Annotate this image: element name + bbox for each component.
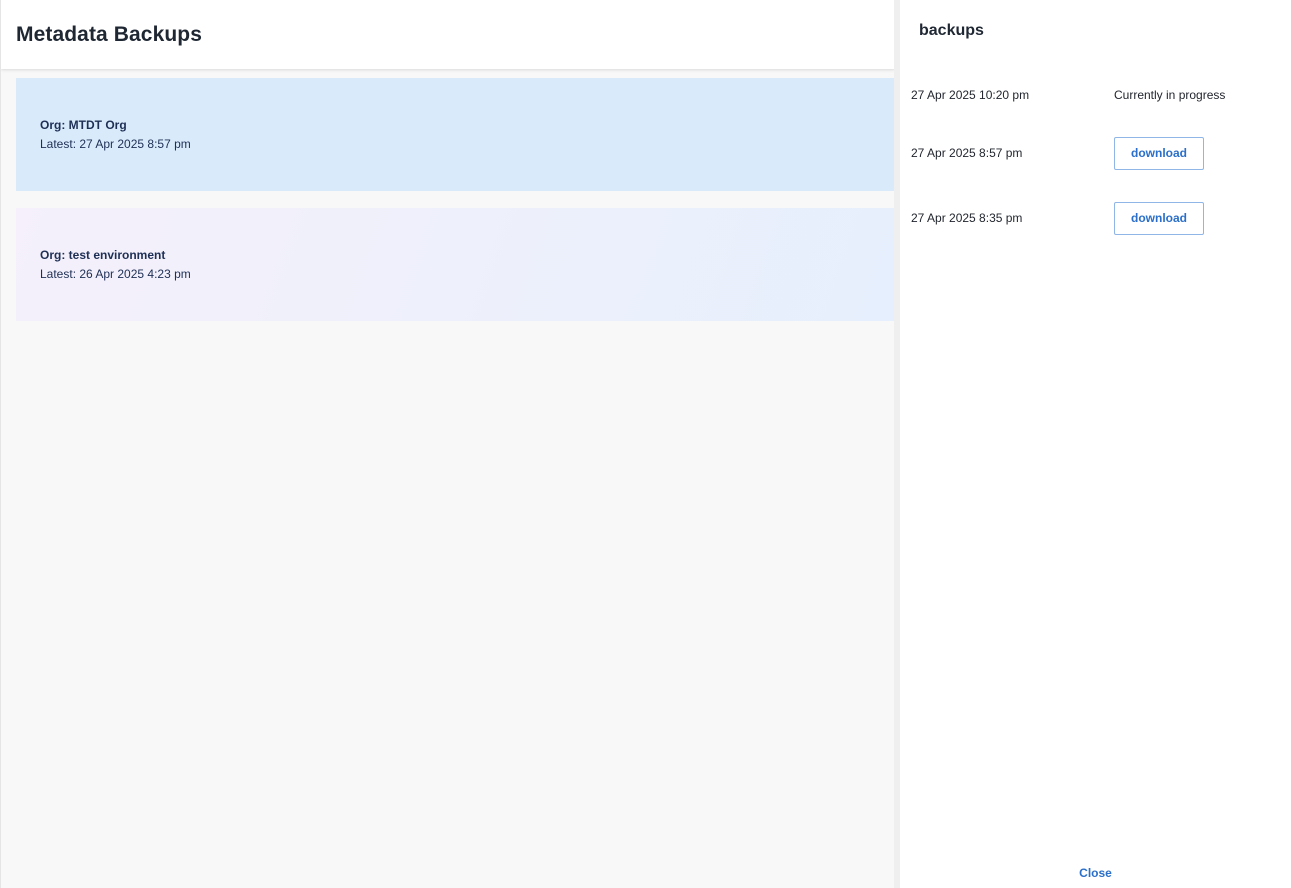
org-name: Org: test environment [40, 247, 166, 262]
download-button[interactable]: download [1114, 201, 1204, 235]
backup-row: 27 Apr 2025 8:57 pm download [911, 136, 1291, 170]
page-title: Metadata Backups [16, 22, 202, 46]
backup-row: 27 Apr 2025 10:20 pm Currently in progre… [911, 78, 1291, 112]
org-card-test-environment[interactable]: Org: test environment Latest: 26 Apr 202… [16, 208, 894, 321]
backup-status: Currently in progress [1114, 88, 1226, 102]
close-button[interactable]: Close [900, 862, 1291, 884]
main-content: Metadata Backups Org: MTDT Org Latest: 2… [0, 0, 894, 888]
backups-side-panel: backups 27 Apr 2025 10:20 pm Currently i… [894, 0, 1291, 888]
backup-date: 27 Apr 2025 8:57 pm [911, 146, 1023, 160]
org-card-mtdt-org[interactable]: Org: MTDT Org Latest: 27 Apr 2025 8:57 p… [16, 78, 894, 191]
backup-date: 27 Apr 2025 10:20 pm [911, 88, 1030, 102]
org-name: Org: MTDT Org [40, 117, 127, 132]
org-latest-backup: Latest: 26 Apr 2025 4:23 pm [40, 266, 191, 281]
page-header: Metadata Backups [1, 0, 894, 69]
panel-title: backups [919, 22, 984, 39]
download-button[interactable]: download [1114, 136, 1204, 170]
backup-row: 27 Apr 2025 8:35 pm download [911, 201, 1291, 235]
org-latest-backup: Latest: 27 Apr 2025 8:57 pm [40, 136, 191, 151]
page: Metadata Backups Org: MTDT Org Latest: 2… [0, 0, 1291, 888]
backup-date: 27 Apr 2025 8:35 pm [911, 211, 1023, 225]
